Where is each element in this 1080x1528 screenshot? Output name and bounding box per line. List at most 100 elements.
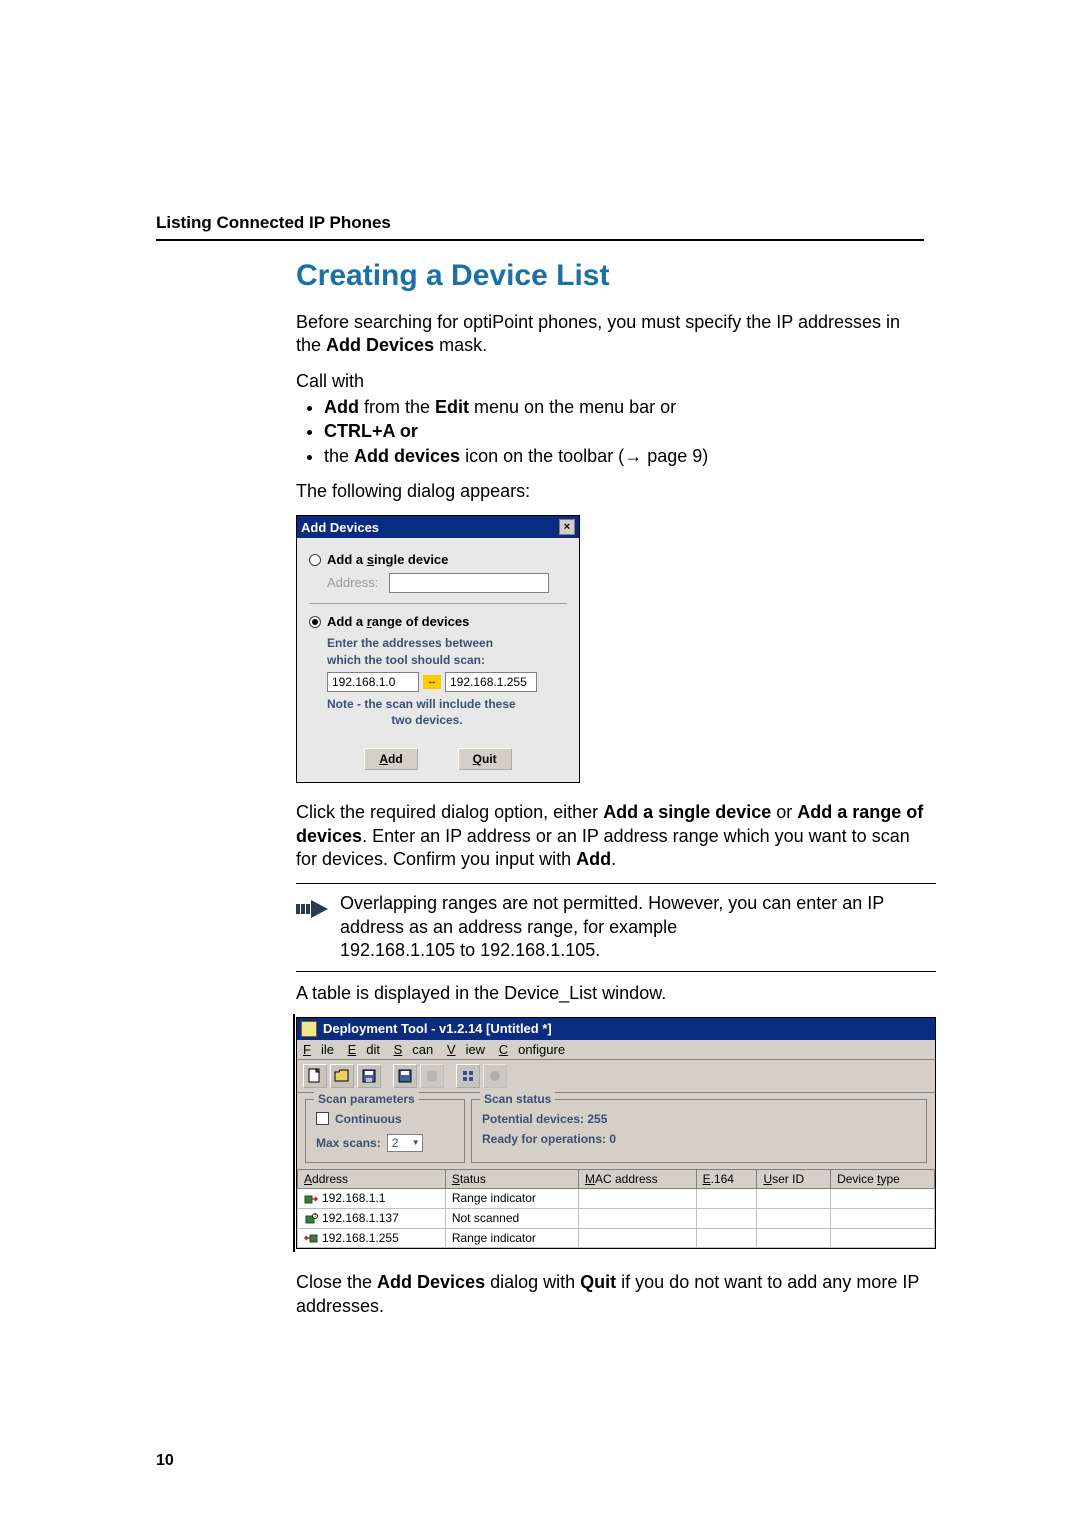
- toolbar-save2-icon[interactable]: [393, 1064, 417, 1088]
- b-tail: menu on the menu bar or: [469, 397, 676, 417]
- cell-type: [831, 1208, 935, 1228]
- dialog-title: Add Devices: [301, 520, 379, 535]
- table-row[interactable]: 192.168.1.255 Range indicator: [298, 1228, 935, 1248]
- note-arrow-icon: [296, 896, 330, 922]
- b-add: Add: [324, 397, 359, 417]
- page-container: Listing Connected IP Phones Creating a D…: [0, 0, 1080, 1528]
- app-icon: [301, 1021, 317, 1037]
- menu-view[interactable]: View: [447, 1042, 485, 1057]
- cell-address: 192.168.1.1: [298, 1188, 446, 1208]
- radio-icon: [309, 554, 321, 566]
- add-button[interactable]: Add: [364, 748, 417, 770]
- toolbar-open-icon[interactable]: [330, 1064, 354, 1088]
- checkbox-icon: [316, 1112, 329, 1125]
- col-address[interactable]: Address: [298, 1169, 446, 1188]
- b3-tail: page 9): [642, 446, 708, 466]
- toolbar-disabled-icon: [420, 1064, 444, 1088]
- cell-mac: [578, 1228, 696, 1248]
- table-intro: A table is displayed in the Device_List …: [296, 982, 924, 1005]
- chevron-down-icon: ▼: [412, 1138, 420, 1147]
- bullet-toolbar-icon: the Add devices icon on the toolbar (→ p…: [324, 444, 924, 468]
- menu-bar: File Edit Scan View Configure: [297, 1040, 935, 1060]
- table-row[interactable]: 192.168.1.1 Range indicator: [298, 1188, 935, 1208]
- page-number: 10: [156, 1452, 174, 1470]
- ip-from-input[interactable]: [327, 672, 419, 692]
- section-heading: Creating a Device List: [296, 259, 924, 293]
- double-arrow-icon: ↔: [423, 675, 441, 689]
- cell-type: [831, 1188, 935, 1208]
- toolbar-save-icon[interactable]: [357, 1064, 381, 1088]
- b-edit: Edit: [435, 397, 469, 417]
- scan-params-title: Scan parameters: [314, 1092, 419, 1106]
- menu-edit[interactable]: Edit: [348, 1042, 380, 1057]
- table-row[interactable]: ?192.168.1.137 Not scanned: [298, 1208, 935, 1228]
- scan-status-title: Scan status: [480, 1092, 555, 1106]
- cell-e164: [696, 1208, 757, 1228]
- window-title: Deployment Tool - v1.2.14 [Untitled *]: [323, 1021, 552, 1036]
- svg-text:?: ?: [314, 1214, 317, 1220]
- scan-parameters-panel: Scan parameters Continuous Max scans: 2 …: [305, 1099, 465, 1163]
- menu-scan[interactable]: Scan: [394, 1042, 434, 1057]
- continuous-checkbox[interactable]: Continuous: [316, 1112, 454, 1126]
- intro-text-bold: Add Devices: [326, 335, 434, 355]
- toolbar-new-icon[interactable]: [303, 1064, 327, 1088]
- col-userid[interactable]: User ID: [757, 1169, 831, 1188]
- cell-userid: [757, 1188, 831, 1208]
- add-devices-dialog: Add Devices × Add a single device Addres…: [296, 515, 580, 783]
- cl-b1: Add Devices: [377, 1272, 485, 1292]
- range-note-2: two devices.: [327, 712, 527, 728]
- addr-val: 192.168.1.255: [322, 1231, 399, 1245]
- col-status[interactable]: Status: [445, 1169, 578, 1188]
- menu-configure[interactable]: Configure: [499, 1042, 565, 1057]
- max-scans-label: Max scans:: [316, 1136, 381, 1150]
- closing-text: Close the Add Devices dialog with Quit i…: [296, 1271, 924, 1318]
- call-with: Call with: [296, 370, 924, 393]
- address-label: Address:: [327, 576, 378, 591]
- ip-to-input[interactable]: [445, 672, 537, 692]
- b3-pre: the: [324, 446, 354, 466]
- cell-e164: [696, 1228, 757, 1248]
- toolbar-add-devices-icon[interactable]: [456, 1064, 480, 1088]
- call-with-bullets: Add from the Edit menu on the menu bar o…: [316, 395, 924, 468]
- radio-range-label: Add a range of devices: [327, 614, 469, 629]
- device-icon: ?: [304, 1212, 318, 1226]
- toolbar-separator: [384, 1064, 390, 1088]
- quit-button[interactable]: Quit: [458, 748, 512, 770]
- col-mac[interactable]: MAC address: [578, 1169, 696, 1188]
- close-icon[interactable]: ×: [559, 519, 575, 535]
- col-e164[interactable]: E.164: [696, 1169, 757, 1188]
- cl-pre: Close the: [296, 1272, 377, 1292]
- b-mid: from the: [359, 397, 435, 417]
- continuous-label: Continuous: [335, 1112, 402, 1126]
- cell-type: [831, 1228, 935, 1248]
- page-header: Listing Connected IP Phones: [156, 213, 924, 233]
- cell-address: 192.168.1.255: [298, 1228, 446, 1248]
- potential-devices: Potential devices: 255: [482, 1112, 916, 1126]
- cell-address: ?192.168.1.137: [298, 1208, 446, 1228]
- ad-b1: Add a single device: [603, 802, 771, 822]
- address-input[interactable]: [389, 573, 549, 593]
- range-start-icon: [304, 1192, 318, 1206]
- menu-file[interactable]: File: [303, 1042, 334, 1057]
- range-note-1: Note - the scan will include these: [327, 697, 516, 711]
- following-dialog-text: The following dialog appears:: [296, 480, 924, 503]
- col-type[interactable]: Device type: [831, 1169, 935, 1188]
- window-titlebar: Deployment Tool - v1.2.14 [Untitled *]: [297, 1018, 935, 1040]
- table-header-row: Address Status MAC address E.164 User ID…: [298, 1169, 935, 1188]
- cl-b2: Quit: [580, 1272, 616, 1292]
- ad-pre: Click the required dialog option, either: [296, 802, 603, 822]
- range-intro-2: which the tool should scan:: [327, 652, 567, 668]
- content-column: Creating a Device List Before searching …: [296, 259, 924, 1318]
- max-scans-row: Max scans: 2 ▼: [316, 1134, 454, 1152]
- range-intro: Enter the addresses between which the to…: [327, 635, 567, 667]
- bullet-ctrl-a: CTRL+A or: [324, 419, 924, 443]
- max-scans-dropdown[interactable]: 2 ▼: [387, 1134, 423, 1152]
- radio-single-device[interactable]: Add a single device: [309, 552, 567, 567]
- ready-ops: Ready for operations: 0: [482, 1132, 916, 1146]
- range-inputs: ↔: [327, 672, 567, 692]
- deployment-tool-window: Deployment Tool - v1.2.14 [Untitled *] F…: [296, 1017, 936, 1249]
- toolbar-disabled-icon: [483, 1064, 507, 1088]
- b-adddevices: Add devices: [354, 446, 460, 466]
- radio-range-devices[interactable]: Add a range of devices: [309, 614, 567, 629]
- dialog-buttons: Add Quit: [309, 748, 567, 770]
